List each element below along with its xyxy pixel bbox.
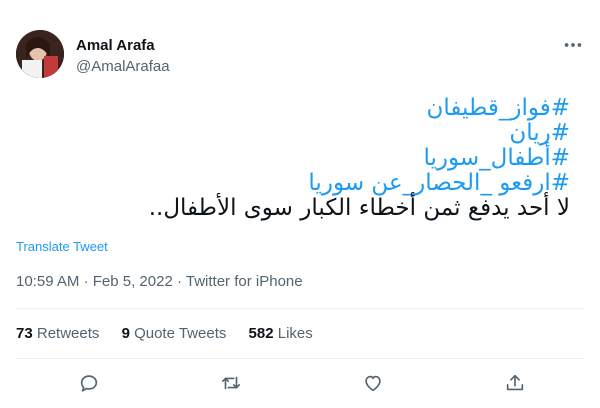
divider: [16, 358, 584, 359]
action-bar: [0, 370, 600, 398]
tweet-date[interactable]: Feb 5, 2022: [93, 273, 173, 290]
avatar[interactable]: [16, 30, 64, 78]
hashtag-link[interactable]: #ارفعو _الحصار_عن سوريا: [30, 171, 570, 196]
retweet-icon[interactable]: [220, 372, 242, 394]
meta-separator: ·: [176, 273, 182, 290]
divider: [16, 308, 584, 309]
likes-stat[interactable]: 582 Likes: [249, 325, 313, 342]
retweets-stat[interactable]: 73 Retweets: [16, 325, 99, 342]
tweet-text: #فواز_قطيفان #ريان #أطفال_سوريا #ارفعو _…: [30, 96, 570, 221]
hashtag-link[interactable]: #ريان: [30, 121, 570, 146]
author-name[interactable]: Amal Arafa: [76, 36, 155, 56]
likes-label: Likes: [277, 325, 313, 342]
more-options-icon[interactable]: [562, 34, 584, 56]
reply-icon[interactable]: [78, 372, 100, 394]
author-handle[interactable]: @AmalArafaa: [76, 57, 170, 77]
tweet-body: لا أحد يدفع ثمن أخطاء الكبار سوى الأطفال…: [148, 195, 570, 221]
hashtag-link[interactable]: #فواز_قطيفان: [30, 96, 570, 121]
tweet-time[interactable]: 10:59 AM: [16, 273, 79, 290]
share-icon[interactable]: [504, 372, 526, 394]
tweet-meta: 10:59 AM · Feb 5, 2022 · Twitter for iPh…: [16, 272, 303, 292]
tweet-source[interactable]: Twitter for iPhone: [186, 273, 303, 290]
quotes-label: Quote Tweets: [134, 325, 227, 342]
tweet-stats: 73 Retweets 9 Quote Tweets 582 Likes: [16, 324, 331, 344]
retweets-count: 73: [16, 325, 33, 342]
translate-tweet-link[interactable]: Translate Tweet: [16, 238, 108, 256]
meta-separator: ·: [83, 273, 89, 290]
like-icon[interactable]: [362, 372, 384, 394]
hashtag-link[interactable]: #أطفال_سوريا: [30, 146, 571, 171]
retweets-label: Retweets: [36, 325, 100, 342]
quote-tweets-stat[interactable]: 9 Quote Tweets: [122, 325, 227, 342]
likes-count: 582: [248, 325, 274, 342]
quotes-count: 9: [121, 325, 130, 342]
